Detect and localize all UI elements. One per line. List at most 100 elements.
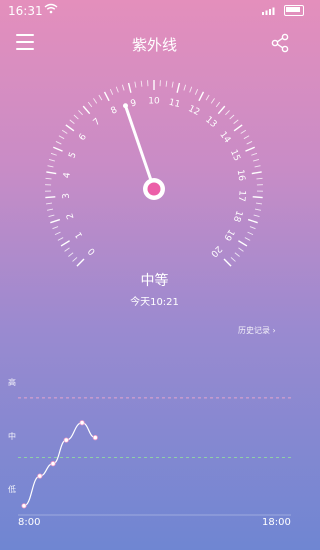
gauge-needle-tip bbox=[122, 103, 128, 109]
gauge-tick-label: 20 bbox=[208, 243, 223, 258]
gauge-tick-label: 10 bbox=[148, 97, 160, 107]
gauge-tick bbox=[238, 247, 244, 252]
wifi-icon bbox=[44, 3, 58, 14]
gauge-tick bbox=[165, 80, 168, 87]
gauge-tick bbox=[115, 86, 119, 93]
gauge-tick bbox=[69, 119, 75, 125]
uv-data-point bbox=[50, 461, 56, 467]
gauge-tick bbox=[98, 94, 103, 101]
page-title: 紫外线 bbox=[131, 36, 177, 54]
gauge-tick bbox=[47, 165, 54, 168]
gauge-tick bbox=[249, 226, 256, 230]
gauge-tick-label: 6 bbox=[77, 132, 89, 143]
gauge-tick bbox=[240, 129, 247, 134]
gauge-tick bbox=[93, 98, 98, 104]
gauge-tick bbox=[47, 208, 54, 211]
gauge-tick bbox=[254, 165, 261, 168]
gauge-tick bbox=[127, 82, 132, 93]
gauge-tick bbox=[205, 94, 210, 101]
gauge-tick bbox=[134, 81, 137, 88]
gauge-tick bbox=[252, 196, 263, 199]
uv-gauge: 0123456789 10 11121314151617181920 bbox=[45, 80, 263, 267]
gauge-tick bbox=[109, 88, 114, 95]
history-link-label: 历史记录 bbox=[238, 326, 270, 335]
status-time: 16:31 bbox=[8, 4, 43, 18]
gauge-tick-label: 8 bbox=[109, 105, 119, 117]
gauge-tick bbox=[251, 171, 262, 175]
gauge-tick bbox=[46, 171, 57, 175]
x-label-start: 8:00 bbox=[18, 517, 41, 528]
gauge-tick bbox=[233, 119, 239, 125]
gauge-tick-label: 15 bbox=[228, 148, 242, 162]
gauge-tick bbox=[140, 80, 143, 87]
gauge-tick bbox=[48, 214, 55, 217]
gauge-tick bbox=[247, 218, 258, 224]
gauge-tick bbox=[225, 110, 230, 116]
gauge-tick-label: 1 bbox=[74, 230, 86, 240]
gauge-tick bbox=[48, 158, 55, 162]
uv-series-line bbox=[23, 422, 96, 507]
gauge-tick bbox=[189, 86, 193, 93]
gauge-tick-label: 11 bbox=[168, 98, 181, 110]
gauge-tick-label: 16 bbox=[235, 169, 247, 182]
gauge-tick-label: 18 bbox=[231, 209, 244, 223]
gauge-tick-label: 17 bbox=[236, 190, 247, 202]
gauge-tick-label: 14 bbox=[217, 130, 232, 145]
gauge-tick-label: 19 bbox=[221, 227, 236, 242]
uv-data-point bbox=[21, 503, 27, 509]
gauge-tick bbox=[171, 81, 174, 88]
uv-data-point bbox=[79, 420, 85, 426]
gauge-tick bbox=[65, 124, 75, 132]
gauge-tick bbox=[229, 114, 235, 120]
uv-level-text: 中等 bbox=[140, 273, 169, 289]
gauge-tick bbox=[121, 84, 125, 91]
updated-time: 今天10:21 bbox=[130, 297, 179, 308]
uv-history-chart bbox=[18, 397, 291, 516]
gauge-tick bbox=[215, 101, 221, 108]
gauge-tick bbox=[73, 114, 79, 120]
gauge-tick bbox=[217, 105, 226, 115]
gauge-tick bbox=[45, 202, 53, 205]
gauge-tick bbox=[253, 214, 260, 217]
gauge-needle bbox=[123, 104, 156, 191]
header: 紫外线 bbox=[0, 22, 309, 66]
gauge-tick bbox=[82, 105, 91, 115]
gauge-tick bbox=[255, 202, 263, 205]
signal-icon bbox=[262, 7, 275, 15]
gauge-tick bbox=[176, 82, 181, 93]
gauge-tick bbox=[55, 141, 62, 145]
gauge-tick bbox=[253, 158, 260, 162]
status-bar: 16:31 bbox=[0, 0, 309, 22]
gauge-tick bbox=[72, 257, 78, 262]
uv-data-point bbox=[63, 437, 69, 443]
gauge-tick bbox=[194, 88, 199, 95]
gauge-tick bbox=[50, 152, 57, 156]
gauge-tick bbox=[64, 247, 70, 252]
gauge-tick-label: 7 bbox=[92, 117, 103, 128]
gauge-tick-label: 2 bbox=[65, 212, 76, 221]
gauge-tick-label: 3 bbox=[62, 193, 72, 200]
gauge-tick-label: 0 bbox=[86, 245, 97, 256]
gauge-tick-label: 4 bbox=[62, 171, 73, 178]
gauge-tick bbox=[78, 110, 83, 116]
battery-icon bbox=[284, 5, 304, 16]
gauge-tick-label: 5 bbox=[67, 151, 78, 160]
gauge-tick bbox=[243, 135, 250, 140]
gauge-hub-dot bbox=[147, 182, 161, 196]
gauge-tick bbox=[254, 208, 261, 211]
gauge-tick bbox=[251, 152, 258, 156]
gauge-tick bbox=[198, 91, 205, 102]
gauge-tick bbox=[183, 84, 187, 91]
gauge-tick bbox=[54, 231, 61, 236]
gauge-tick bbox=[238, 240, 248, 247]
gauge-tick bbox=[223, 258, 232, 267]
gauge-tick bbox=[45, 177, 52, 180]
uv-data-point bbox=[92, 435, 98, 441]
share-icon[interactable] bbox=[270, 33, 290, 53]
gauge-tick bbox=[210, 98, 215, 104]
gauge-tick bbox=[61, 129, 68, 134]
history-link[interactable]: 历史记录 › bbox=[238, 325, 276, 336]
gauge-tick bbox=[58, 135, 65, 140]
gauge-tick bbox=[76, 258, 85, 267]
gauge-tick-label: 13 bbox=[203, 115, 218, 130]
